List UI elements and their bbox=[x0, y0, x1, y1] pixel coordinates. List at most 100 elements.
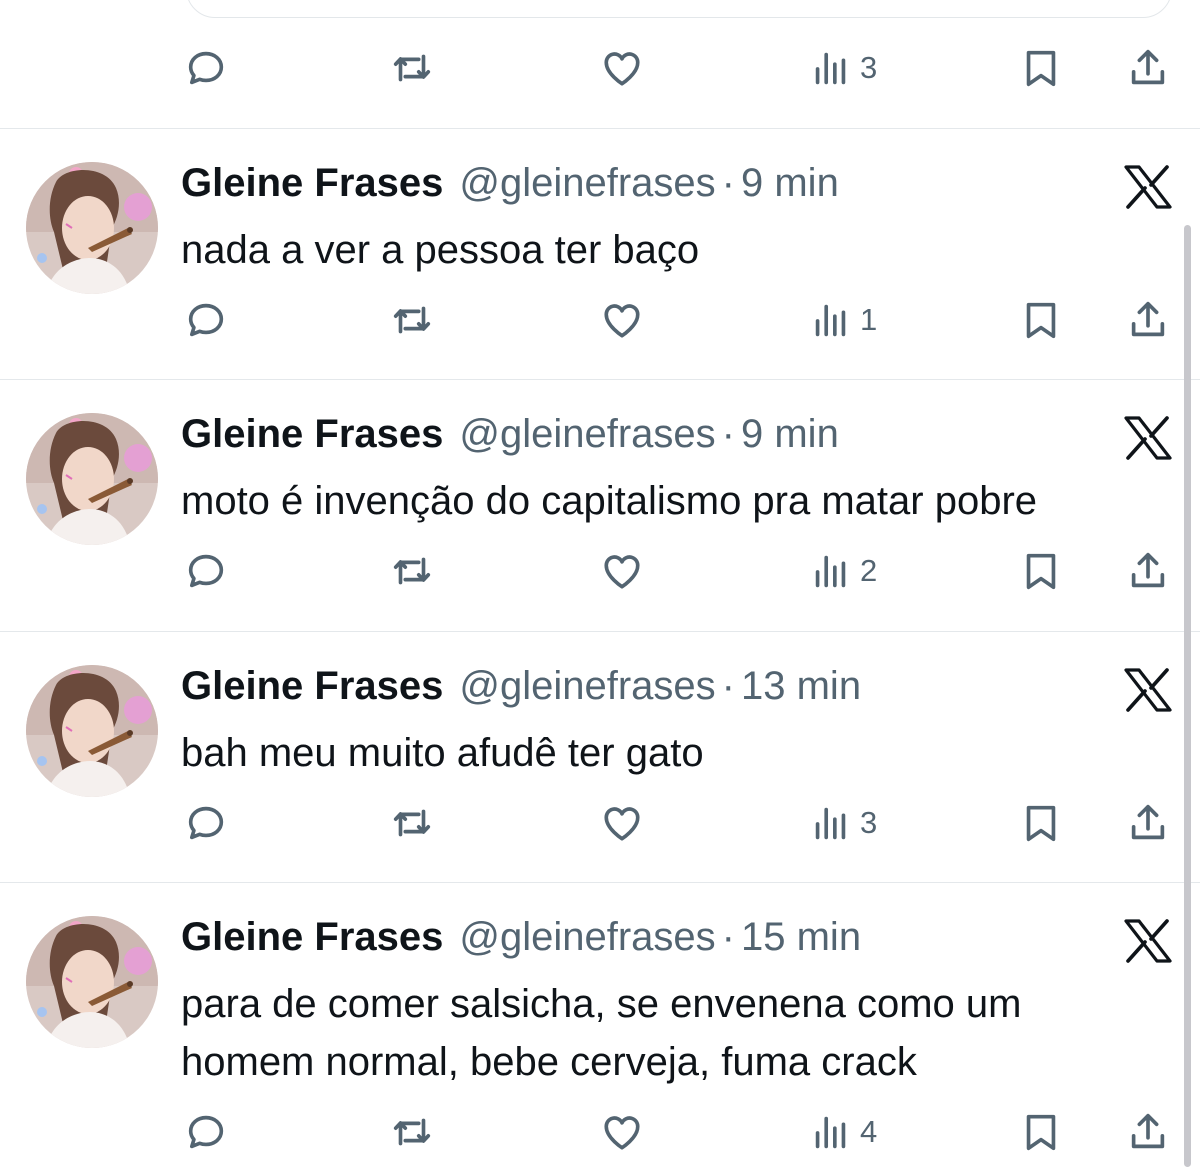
timestamp[interactable]: 15 min bbox=[741, 915, 861, 959]
retweet-button[interactable] bbox=[389, 1102, 435, 1162]
views-count: 2 bbox=[860, 553, 878, 588]
retweet-button[interactable] bbox=[389, 793, 435, 853]
bookmark-button[interactable] bbox=[1018, 38, 1064, 98]
avatar[interactable] bbox=[26, 162, 158, 294]
reply-button[interactable] bbox=[183, 541, 229, 601]
tweet-text: nada a ver a pessoa ter baço bbox=[181, 221, 699, 279]
bookmark-button[interactable] bbox=[1018, 1102, 1064, 1162]
tweet[interactable]: Gleine Frases @gleinefrases · 9 min nada a … bbox=[0, 128, 1200, 380]
tweet[interactable]: Gleine Frases @gleinefrases · 13 min bah me… bbox=[0, 631, 1200, 883]
quoted-card-edge bbox=[186, 0, 1172, 18]
views-count: 3 bbox=[860, 50, 878, 85]
heart-icon bbox=[604, 52, 640, 86]
avatar[interactable] bbox=[26, 413, 158, 545]
retweet-icon bbox=[393, 54, 431, 82]
views-icon bbox=[815, 555, 846, 588]
author-handle[interactable]: @gleinefrases bbox=[459, 915, 715, 959]
views-icon bbox=[815, 807, 846, 840]
timestamp[interactable]: 13 min bbox=[741, 664, 861, 708]
x-logo-icon bbox=[1124, 416, 1172, 460]
tweet-actions: 3 bbox=[0, 38, 1200, 98]
tweet-actions: 3 bbox=[0, 793, 1200, 853]
retweet-button[interactable] bbox=[389, 290, 435, 350]
bookmark-icon bbox=[1026, 302, 1056, 339]
share-button[interactable] bbox=[1125, 290, 1171, 350]
author-name[interactable]: Gleine Frases bbox=[181, 161, 443, 205]
separator-dot: · bbox=[721, 161, 735, 205]
retweet-button[interactable] bbox=[389, 541, 435, 601]
views-button[interactable]: 1 bbox=[808, 290, 877, 350]
reply-icon bbox=[188, 1115, 224, 1149]
avatar-image bbox=[26, 665, 158, 797]
author-name[interactable]: Gleine Frases bbox=[181, 915, 443, 959]
avatar-image bbox=[26, 162, 158, 294]
separator-dot: · bbox=[721, 915, 735, 959]
views-icon bbox=[815, 1116, 846, 1149]
tweet-actions: 2 bbox=[0, 541, 1200, 601]
reply-button[interactable] bbox=[183, 290, 229, 350]
avatar[interactable] bbox=[26, 916, 158, 1048]
heart-icon bbox=[604, 555, 640, 589]
tweet-text-line: moto é invenção do capitalismo pra matar… bbox=[181, 479, 1038, 523]
scrollbar[interactable] bbox=[1184, 225, 1191, 1167]
like-button[interactable] bbox=[599, 38, 645, 98]
retweet-icon bbox=[393, 306, 431, 334]
bookmark-button[interactable] bbox=[1018, 290, 1064, 350]
author-handle[interactable]: @gleinefrases bbox=[459, 664, 715, 708]
bookmark-icon bbox=[1026, 1114, 1056, 1151]
views-button[interactable]: 2 bbox=[808, 541, 877, 601]
tweet-header: Gleine Frases @gleinefrases · 9 min bbox=[181, 410, 839, 458]
views-button[interactable]: 3 bbox=[808, 793, 877, 853]
x-logo-icon bbox=[1124, 165, 1172, 209]
like-button[interactable] bbox=[599, 1102, 645, 1162]
views-icon bbox=[815, 304, 846, 337]
avatar-image bbox=[26, 413, 158, 545]
avatar-image bbox=[26, 916, 158, 1048]
retweet-button[interactable] bbox=[389, 38, 435, 98]
views-button[interactable]: 3 bbox=[808, 38, 877, 98]
author-name[interactable]: Gleine Frases bbox=[181, 412, 443, 456]
reply-button[interactable] bbox=[183, 793, 229, 853]
author-handle[interactable]: @gleinefrases bbox=[459, 412, 715, 456]
share-icon bbox=[1131, 1113, 1165, 1149]
views-icon bbox=[815, 52, 846, 85]
x-logo-icon bbox=[1124, 919, 1172, 963]
share-button[interactable] bbox=[1125, 1102, 1171, 1162]
reply-button[interactable] bbox=[183, 1102, 229, 1162]
timestamp[interactable]: 9 min bbox=[741, 161, 839, 205]
views-button[interactable]: 4 bbox=[808, 1102, 877, 1162]
tweet-text-line: para de comer salsicha, se envenena como… bbox=[181, 982, 1022, 1026]
share-icon bbox=[1131, 49, 1165, 85]
views-count: 4 bbox=[860, 1114, 878, 1149]
like-button[interactable] bbox=[599, 793, 645, 853]
separator-dot: · bbox=[721, 412, 735, 456]
author-name[interactable]: Gleine Frases bbox=[181, 664, 443, 708]
bookmark-button[interactable] bbox=[1018, 541, 1064, 601]
reply-button[interactable] bbox=[183, 38, 229, 98]
tweet-text-line: homem normal, bebe cerveja, fuma crack bbox=[181, 1040, 917, 1084]
heart-icon bbox=[604, 304, 640, 338]
heart-icon bbox=[604, 807, 640, 841]
share-icon bbox=[1131, 552, 1165, 588]
tweet[interactable]: Gleine Frases @gleinefrases · 9 min moto é … bbox=[0, 379, 1200, 631]
share-button[interactable] bbox=[1125, 541, 1171, 601]
author-handle[interactable]: @gleinefrases bbox=[459, 161, 715, 205]
x-logo-icon bbox=[1124, 668, 1172, 712]
avatar[interactable] bbox=[26, 665, 158, 797]
timestamp[interactable]: 9 min bbox=[741, 412, 839, 456]
bookmark-icon bbox=[1026, 50, 1056, 87]
tweet[interactable]: Gleine Frases @gleinefrases · 15 min para d… bbox=[0, 882, 1200, 1151]
like-button[interactable] bbox=[599, 541, 645, 601]
share-button[interactable] bbox=[1125, 793, 1171, 853]
tweet-header: Gleine Frases @gleinefrases · 15 min bbox=[181, 913, 861, 961]
tweet-text: bah meu muito afudê ter gato bbox=[181, 724, 704, 782]
reply-icon bbox=[188, 303, 224, 337]
tweet-text: para de comer salsicha, se envenena como… bbox=[181, 975, 1021, 1091]
bookmark-icon bbox=[1026, 805, 1056, 842]
retweet-icon bbox=[393, 1118, 431, 1146]
reply-icon bbox=[188, 806, 224, 840]
bookmark-button[interactable] bbox=[1018, 793, 1064, 853]
like-button[interactable] bbox=[599, 290, 645, 350]
share-button[interactable] bbox=[1125, 38, 1171, 98]
share-icon bbox=[1131, 804, 1165, 840]
